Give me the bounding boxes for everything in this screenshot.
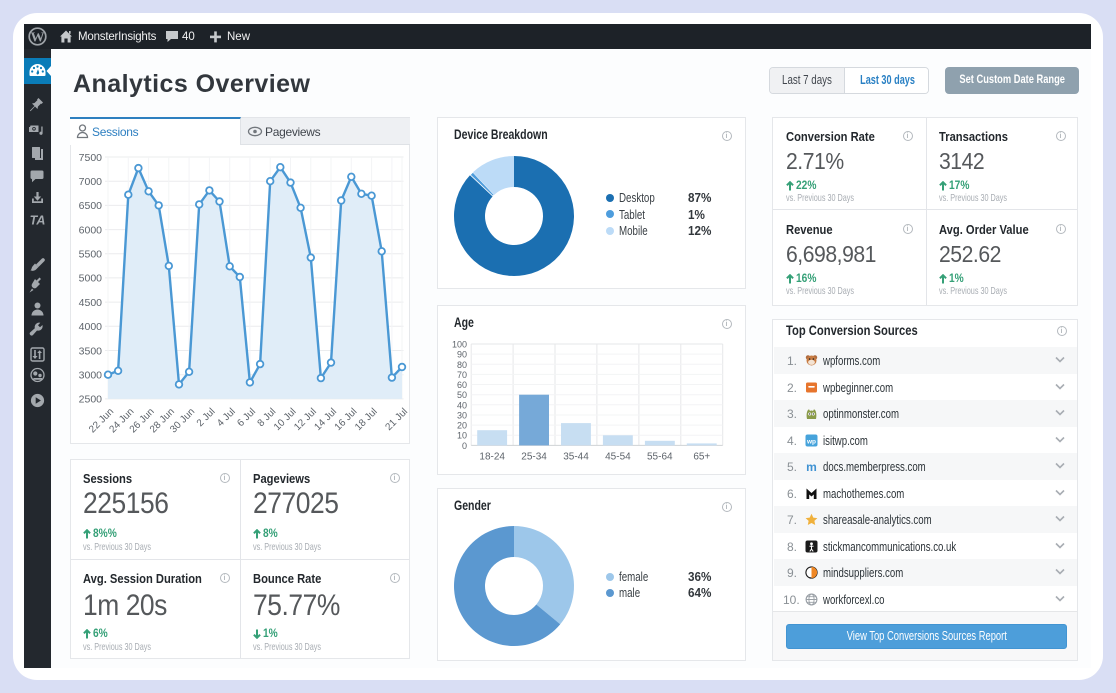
- svg-text:6500: 6500: [79, 200, 103, 212]
- svg-text:5000: 5000: [79, 273, 103, 285]
- svg-text:100: 100: [452, 340, 467, 350]
- svg-text:7500: 7500: [79, 152, 103, 164]
- svg-text:90: 90: [457, 350, 467, 360]
- svg-text:7000: 7000: [79, 176, 103, 188]
- svg-text:5500: 5500: [79, 249, 103, 261]
- svg-text:2 Jul: 2 Jul: [195, 406, 218, 429]
- svg-text:60: 60: [457, 380, 467, 390]
- svg-text:3000: 3000: [79, 370, 103, 382]
- svg-text:4 Jul: 4 Jul: [215, 406, 238, 429]
- svg-text:18 Jul: 18 Jul: [353, 406, 380, 433]
- svg-text:21 Jul: 21 Jul: [383, 406, 409, 433]
- svg-text:65+: 65+: [693, 452, 710, 463]
- svg-text:55-64: 55-64: [647, 452, 673, 463]
- svg-text:70: 70: [457, 370, 467, 380]
- svg-text:10 Jul: 10 Jul: [272, 406, 299, 433]
- svg-text:W: W: [31, 30, 45, 45]
- svg-text:18-24: 18-24: [479, 452, 505, 463]
- svg-text:20: 20: [457, 421, 467, 431]
- svg-text:m: m: [806, 460, 817, 473]
- svg-text:wp: wp: [806, 438, 816, 445]
- svg-text:14 Jul: 14 Jul: [312, 406, 339, 433]
- svg-text:25-34: 25-34: [521, 452, 547, 463]
- svg-text:50: 50: [457, 390, 467, 400]
- svg-text:0: 0: [462, 441, 467, 451]
- svg-text:30: 30: [457, 410, 467, 420]
- svg-text:40: 40: [457, 400, 467, 410]
- svg-text:4000: 4000: [79, 321, 103, 333]
- svg-text:35-44: 35-44: [563, 452, 589, 463]
- svg-text:45-54: 45-54: [605, 452, 631, 463]
- svg-text:TA: TA: [30, 214, 46, 228]
- svg-text:3500: 3500: [79, 345, 103, 357]
- svg-text:4500: 4500: [79, 297, 103, 309]
- svg-text:6 Jul: 6 Jul: [235, 406, 258, 429]
- svg-text:2500: 2500: [79, 394, 103, 406]
- svg-text:80: 80: [457, 360, 467, 370]
- svg-text:10: 10: [457, 431, 467, 441]
- svg-text:16 Jul: 16 Jul: [333, 406, 360, 433]
- svg-text:6000: 6000: [79, 224, 103, 236]
